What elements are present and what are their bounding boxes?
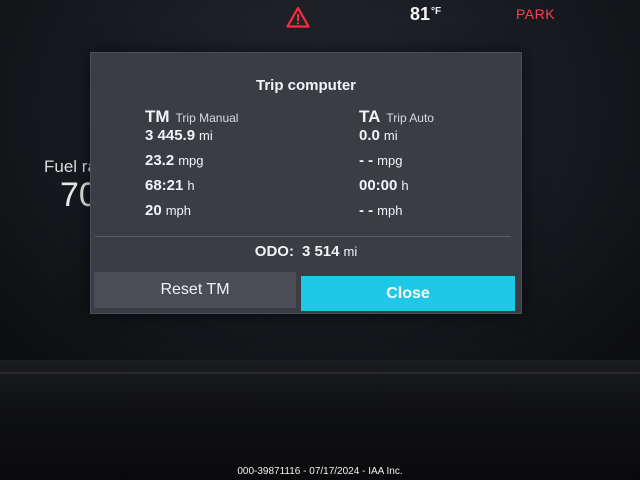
ta-speed-value: - -	[359, 202, 374, 219]
tm-time-unit: h	[187, 178, 195, 193]
ta-time-value: 00:00	[359, 177, 398, 194]
ta-economy-value: - -	[359, 152, 374, 169]
tm-time-value: 68:21	[145, 177, 184, 194]
trip-manual-code: TM	[145, 107, 170, 126]
tm-distance-value: 3 445.9	[145, 127, 196, 144]
tm-distance-row: 3 445.9 mi	[145, 127, 238, 152]
trip-manual-column: TM Trip Manual 3 445.9 mi 23.2 mpg 68:21 h 2…	[145, 107, 238, 227]
ta-speed-row: - - mph	[359, 202, 434, 227]
close-button[interactable]: Close	[301, 276, 515, 311]
photo-watermark: 000-39871116 - 07/17/2024 - IAA Inc.	[237, 466, 403, 477]
trip-auto-code: TA	[359, 107, 381, 126]
odometer-label: ODO:	[254, 243, 294, 260]
ta-distance-value: 0.0	[359, 127, 380, 144]
status-bar: 81°F PARK	[0, 0, 640, 30]
ta-time-row: 00:00 h	[359, 177, 434, 202]
screen-bezel	[0, 360, 640, 480]
tm-distance-unit: mi	[199, 128, 213, 143]
ta-distance-unit: mi	[383, 128, 398, 143]
odometer-readout: ODO: 3 514 mi	[91, 243, 521, 260]
trip-manual-header: TM Trip Manual	[145, 107, 238, 127]
temperature-value: 81	[410, 4, 431, 24]
ta-distance-row: 0.0 mi	[359, 127, 434, 152]
ta-time-unit: h	[401, 178, 409, 193]
tm-speed-unit: mph	[165, 203, 191, 218]
temperature-unit: °F	[431, 6, 442, 17]
ta-economy-unit: mpg	[377, 153, 403, 168]
tm-economy-unit: mpg	[178, 153, 204, 168]
ta-speed-unit: mph	[377, 203, 403, 218]
tm-time-row: 68:21 h	[145, 177, 238, 202]
trip-computer-dialog: Trip computer TM Trip Manual 3 445.9 mi 23…	[90, 52, 522, 314]
trip-auto-name: Trip Auto	[386, 111, 434, 125]
trip-auto-header: TA Trip Auto	[359, 107, 434, 127]
gear-indicator: PARK	[516, 6, 556, 22]
dialog-title: Trip computer	[255, 77, 356, 94]
background-fuel-label: Fuel ra	[44, 157, 97, 176]
outside-temperature: 81°F	[410, 4, 441, 25]
trip-auto-column: TA Trip Auto 0.0 mi - - mpg 00:00 h - - mph	[359, 107, 434, 227]
dialog-divider	[95, 236, 511, 237]
tm-speed-row: 20 mph	[145, 202, 238, 227]
odometer-unit: mi	[343, 244, 358, 259]
ta-economy-row: - - mpg	[359, 152, 434, 177]
odometer-value: 3 514	[301, 243, 340, 260]
tm-speed-value: 20	[145, 202, 162, 219]
warning-triangle-icon	[286, 6, 310, 28]
infotainment-screen: 81°F PARK Fuel ra 70 Trip computer TM Tri…	[0, 0, 640, 360]
reset-tm-button[interactable]: Reset TM	[94, 272, 296, 308]
trip-manual-name: Trip Manual	[175, 111, 239, 125]
tm-economy-value: 23.2	[145, 152, 175, 169]
tm-economy-row: 23.2 mpg	[145, 152, 238, 177]
bezel-edge	[0, 372, 640, 374]
